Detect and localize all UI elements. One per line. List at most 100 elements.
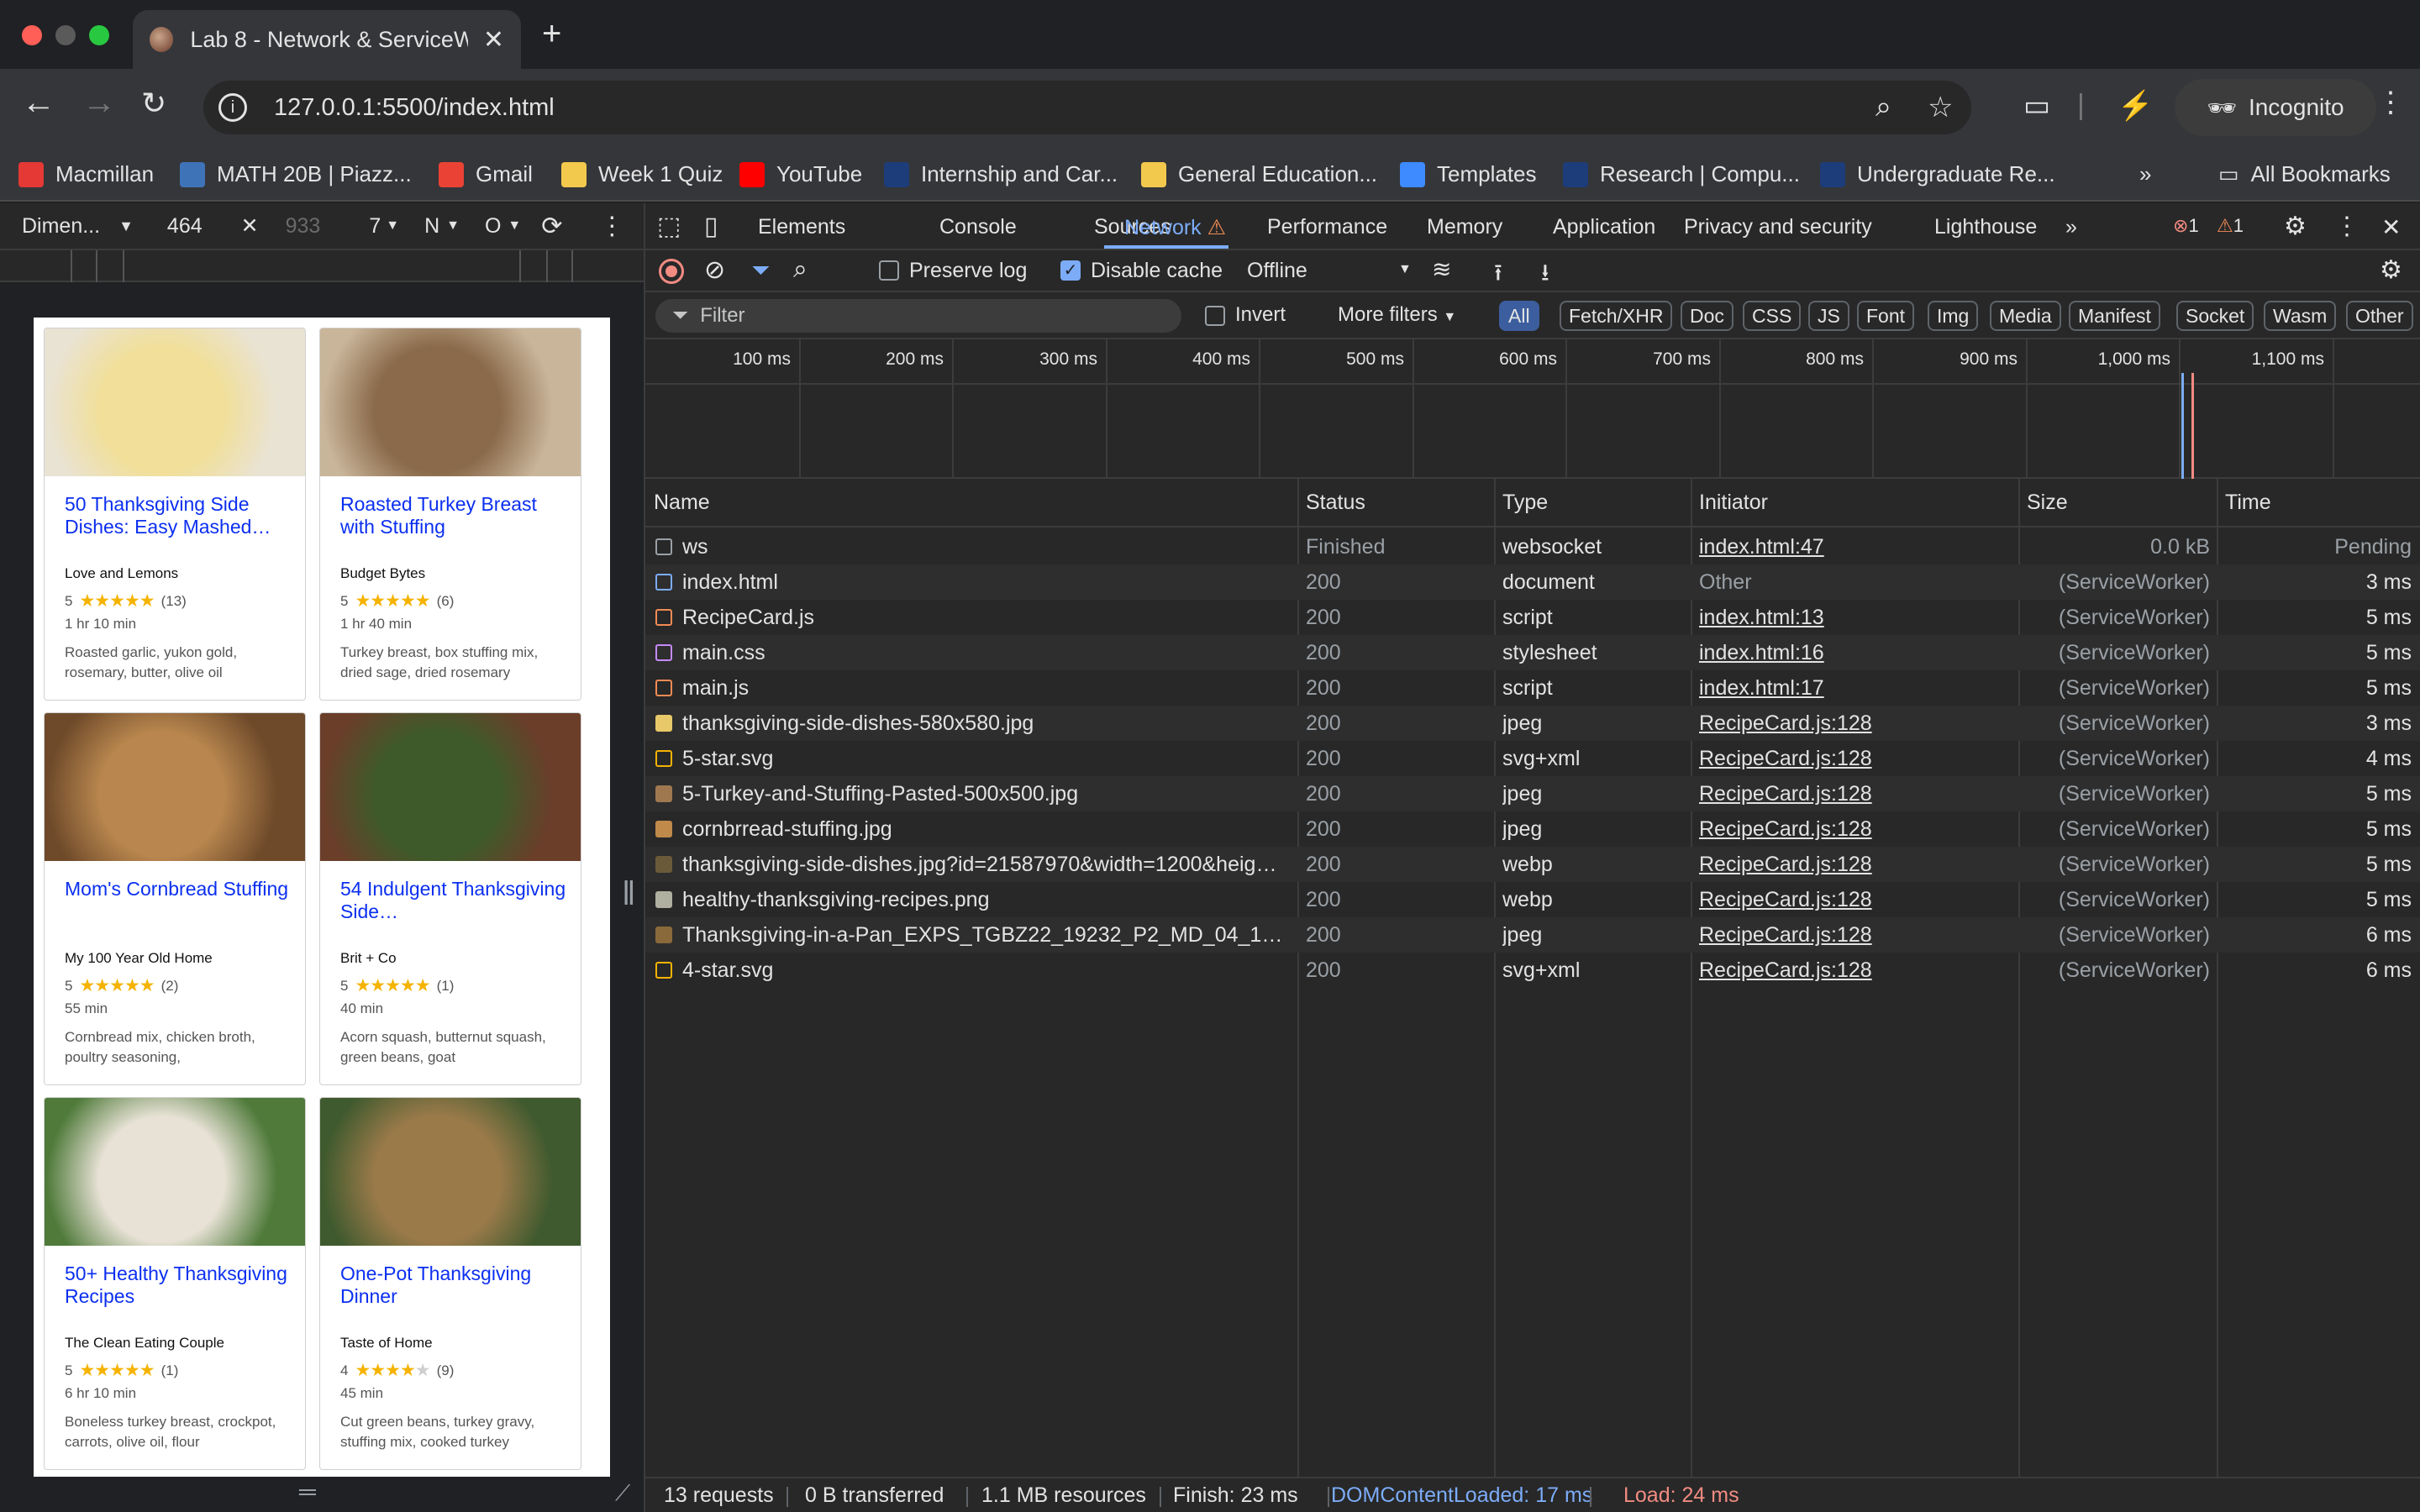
- bottom-resize-handle[interactable]: ═: [299, 1478, 316, 1505]
- column-header-name[interactable]: Name: [645, 479, 1297, 526]
- recipe-card[interactable]: 50 Thanksgiving Side Dishes: Easy Mashed…: [44, 328, 306, 701]
- tab-console[interactable]: Console: [939, 215, 1017, 239]
- type-filter-font[interactable]: Font: [1857, 301, 1915, 331]
- more-bookmarks-icon[interactable]: »: [2139, 161, 2151, 187]
- type-filter-css[interactable]: CSS: [1743, 301, 1802, 331]
- cell-initiator[interactable]: index.html:16: [1699, 635, 2015, 670]
- error-count[interactable]: ⊗1: [2173, 215, 2199, 237]
- reload-icon[interactable]: ↻: [141, 86, 166, 121]
- request-row[interactable]: Thanksgiving-in-a-Pan_EXPS_TGBZ22_19232_…: [645, 917, 2420, 953]
- inspect-element-icon[interactable]: ⬚: [657, 212, 681, 241]
- cell-initiator[interactable]: RecipeCard.js:128: [1699, 917, 2015, 953]
- bookmark-item[interactable]: General Education...: [1141, 161, 1377, 187]
- type-filter-doc[interactable]: Doc: [1681, 301, 1733, 331]
- bookmark-item[interactable]: Research | Compu...: [1563, 161, 1800, 187]
- back-icon[interactable]: ←: [22, 84, 55, 122]
- dimensions-dropdown[interactable]: Dimen...: [22, 214, 100, 239]
- device-options-dropdown[interactable]: O: [485, 214, 501, 239]
- cell-initiator[interactable]: RecipeCard.js:128: [1699, 776, 2015, 811]
- height-input[interactable]: 933: [286, 214, 321, 239]
- tab-privacy-security[interactable]: Privacy and security: [1684, 215, 1872, 239]
- bookmark-item[interactable]: Templates: [1400, 161, 1537, 187]
- recipe-card[interactable]: 50+ Healthy Thanksgiving Recipes The Cle…: [44, 1097, 306, 1470]
- preserve-log-checkbox[interactable]: [879, 260, 899, 281]
- swap-dimensions-icon[interactable]: ✕: [241, 213, 259, 239]
- close-devtools-icon[interactable]: ✕: [2381, 213, 2401, 241]
- zoom-dropdown[interactable]: 7: [369, 214, 381, 239]
- type-filter-js[interactable]: JS: [1808, 301, 1849, 331]
- recipe-title[interactable]: Roasted Turkey Breast with Stuffing: [340, 493, 567, 538]
- record-stop-icon[interactable]: [659, 259, 684, 284]
- cell-initiator[interactable]: RecipeCard.js:128: [1699, 811, 2015, 847]
- rotate-icon[interactable]: ⟳: [541, 212, 562, 241]
- cell-initiator[interactable]: index.html:47: [1699, 529, 2015, 564]
- devtools-menu-icon[interactable]: ⋮: [2334, 212, 2360, 241]
- request-row[interactable]: RecipeCard.js 200 script index.html:13 (Serv…: [645, 600, 2420, 635]
- extension-icon[interactable]: ⚡: [2118, 89, 2153, 123]
- bookmark-item[interactable]: Internship and Car...: [884, 161, 1118, 187]
- recipe-card[interactable]: 54 Indulgent Thanksgiving Side… Brit + C…: [319, 712, 581, 1085]
- recipe-title[interactable]: 50 Thanksgiving Side Dishes: Easy Mashed…: [65, 493, 292, 538]
- address-bar[interactable]: i 127.0.0.1:5500/index.html ⌕ ☆: [203, 81, 1971, 134]
- network-overview-timeline[interactable]: 100 ms 200 ms 300 ms 400 ms 500 ms 600 ms 700 …: [645, 339, 2420, 479]
- type-filter-all[interactable]: All: [1499, 301, 1539, 331]
- device-menu-icon[interactable]: ⋮: [599, 212, 624, 241]
- request-row[interactable]: main.css 200 stylesheet index.html:16 (Servi…: [645, 635, 2420, 670]
- zoom-icon[interactable]: ⌕: [1876, 91, 1891, 123]
- close-window-button[interactable]: [22, 25, 42, 45]
- bookmark-item[interactable]: Gmail: [439, 161, 533, 187]
- type-filter-img[interactable]: Img: [1928, 301, 1979, 331]
- bookmark-item[interactable]: YouTube: [739, 161, 862, 187]
- export-har-icon[interactable]: ⭳: [1541, 255, 1549, 296]
- corner-resize-handle[interactable]: ⟋: [615, 1480, 630, 1507]
- recipe-title[interactable]: Mom's Cornbread Stuffing: [65, 878, 292, 900]
- bookmark-item[interactable]: Macmillan: [18, 161, 154, 187]
- cell-initiator[interactable]: RecipeCard.js:128: [1699, 953, 2015, 988]
- site-info-icon[interactable]: i: [218, 93, 247, 122]
- recipe-card[interactable]: One-Pot Thanksgiving Dinner Taste of Hom…: [319, 1097, 581, 1470]
- tab-lighthouse[interactable]: Lighthouse: [1934, 215, 2037, 239]
- request-row[interactable]: main.js 200 script index.html:17 (ServiceWor…: [645, 670, 2420, 706]
- type-filter-manifest[interactable]: Manifest: [2069, 301, 2160, 331]
- all-bookmarks-button[interactable]: ▭ All Bookmarks: [2218, 161, 2391, 187]
- forward-icon[interactable]: →: [82, 84, 116, 122]
- incognito-badge[interactable]: 🕶 Incognito: [2175, 79, 2376, 136]
- recipe-title[interactable]: 54 Indulgent Thanksgiving Side…: [340, 878, 567, 923]
- bookmark-star-icon[interactable]: ☆: [1928, 91, 1953, 124]
- maximize-window-button[interactable]: [89, 25, 109, 45]
- url-text[interactable]: 127.0.0.1:5500/index.html: [274, 94, 555, 122]
- minimize-window-button[interactable]: [55, 25, 76, 45]
- recipe-title[interactable]: One-Pot Thanksgiving Dinner: [340, 1263, 567, 1308]
- filter-icon[interactable]: ⏷: [751, 257, 770, 285]
- filter-input[interactable]: ⏷ Filter: [655, 299, 1181, 333]
- bookmark-item[interactable]: MATH 20B | Piazz...: [180, 161, 412, 187]
- resize-handle[interactable]: ‖: [622, 875, 636, 913]
- bookmark-item[interactable]: Undergraduate Re...: [1820, 161, 2055, 187]
- tab-performance[interactable]: Performance: [1267, 215, 1387, 239]
- type-filter-socket[interactable]: Socket: [2176, 301, 2254, 331]
- recipe-card[interactable]: Mom's Cornbread Stuffing My 100 Year Old…: [44, 712, 306, 1085]
- bookmark-item[interactable]: Week 1 Quiz: [561, 161, 723, 187]
- column-header-time[interactable]: Time: [2217, 479, 2420, 526]
- column-header-initiator[interactable]: Initiator: [1691, 479, 2018, 526]
- tab-elements[interactable]: Elements: [758, 215, 845, 239]
- request-row[interactable]: 4-star.svg 200 svg+xml RecipeCard.js:128 (Se…: [645, 953, 2420, 988]
- request-row[interactable]: 5-star.svg 200 svg+xml RecipeCard.js:128 (Se…: [645, 741, 2420, 776]
- tab-network[interactable]: Network ⚠: [1124, 215, 1226, 240]
- tab-application[interactable]: Application: [1553, 215, 1655, 239]
- type-filter-media[interactable]: Media: [1990, 301, 2061, 331]
- browser-tab[interactable]: Lab 8 - Network & ServiceWorker ✕: [133, 10, 521, 69]
- type-filter-other[interactable]: Other: [2346, 301, 2413, 331]
- more-filters-dropdown[interactable]: More filters ▼: [1338, 303, 1456, 327]
- cell-initiator[interactable]: RecipeCard.js:128: [1699, 706, 2015, 741]
- request-row[interactable]: thanksgiving-side-dishes-580x580.jpg 200 j…: [645, 706, 2420, 741]
- column-header-size[interactable]: Size: [2018, 479, 2217, 526]
- column-header-status[interactable]: Status: [1297, 479, 1494, 526]
- cast-icon[interactable]: ▭: [2023, 89, 2050, 123]
- more-tabs-icon[interactable]: »: [2065, 215, 2077, 239]
- new-tab-icon[interactable]: +: [542, 15, 561, 53]
- close-tab-icon[interactable]: ✕: [483, 25, 504, 55]
- cell-initiator[interactable]: RecipeCard.js:128: [1699, 882, 2015, 917]
- settings-gear-icon[interactable]: ⚙: [2284, 212, 2307, 241]
- network-conditions-icon[interactable]: ≋: [1432, 255, 1451, 283]
